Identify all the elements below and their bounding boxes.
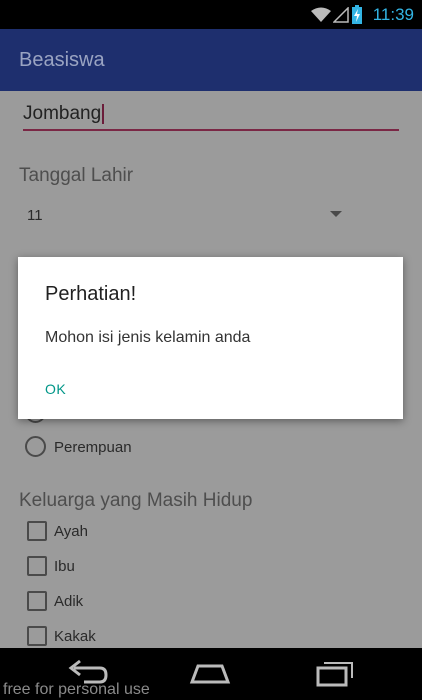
alert-dialog: Perhatian! Mohon isi jenis kelamin anda … [18,257,403,419]
dropdown-arrow-icon [330,211,342,217]
option-adik: Adik [54,593,84,610]
dialog-message: Mohon isi jenis kelamin anda [45,329,251,346]
dialog-title: Perhatian! [45,283,137,305]
birth-date-label: Tanggal Lahir [19,165,134,186]
option-ayah: Ayah [54,523,88,540]
gender-radio-perempuan[interactable] [25,436,46,457]
birth-date-spinner-value: 11 [27,207,43,224]
city-input-value: Jombang [23,103,102,124]
battery-charging-icon [352,5,362,29]
status-bar: 11:39 [0,0,422,29]
app-bar: Beasiswa [0,29,422,91]
signal-icon [332,6,349,28]
checkbox-adik[interactable] [27,591,47,611]
home-icon[interactable] [188,658,232,693]
gender-option-perempuan: Perempuan [54,439,132,456]
checkbox-ayah[interactable] [27,521,47,541]
wifi-icon [310,7,332,28]
app-title: Beasiswa [19,49,105,71]
ok-button[interactable]: OK [45,381,66,397]
family-label: Keluarga yang Masih Hidup [19,490,253,511]
checkbox-ibu[interactable] [27,556,47,576]
status-time: 11:39 [372,5,414,24]
option-kakak: Kakak [54,628,96,645]
city-input[interactable]: Jombang [23,103,105,125]
option-ibu: Ibu [54,558,75,575]
watermark: free for personal use [3,681,150,698]
recent-apps-icon[interactable] [314,658,354,693]
text-cursor [102,103,105,124]
city-input-underline [23,129,399,131]
checkbox-kakak[interactable] [27,626,47,646]
